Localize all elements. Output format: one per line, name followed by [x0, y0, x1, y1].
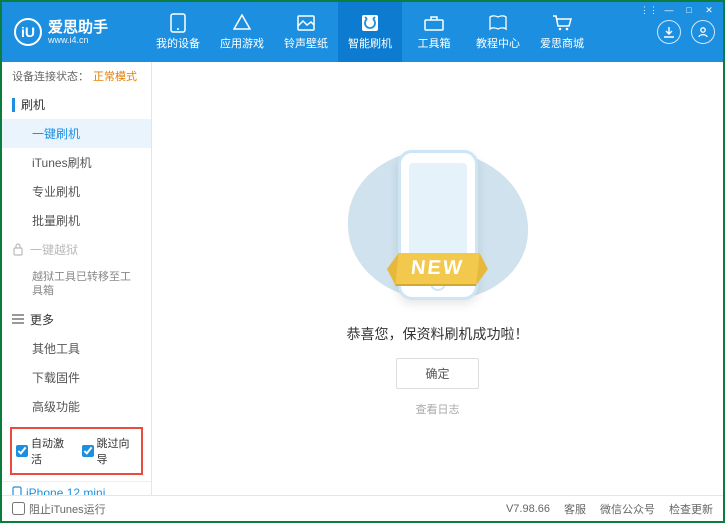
- apps-icon: [232, 13, 252, 33]
- options-box: 自动激活 跳过向导: [10, 427, 143, 475]
- success-message: 恭喜您，保资料刷机成功啦！: [347, 324, 529, 344]
- nav-flash[interactable]: 智能刷机: [338, 2, 402, 62]
- section-title: 刷机: [21, 96, 45, 113]
- minimize-button[interactable]: —: [661, 4, 677, 16]
- nav-label: 爱思商城: [540, 35, 584, 51]
- section-jailbreak: 一键越狱: [2, 235, 151, 264]
- sidebar-item-other-tools[interactable]: 其他工具: [2, 334, 151, 363]
- lock-icon: [12, 243, 24, 256]
- header-right: [657, 20, 715, 44]
- sidebar-item-advanced[interactable]: 高级功能: [2, 392, 151, 421]
- checkbox-label: 跳过向导: [97, 435, 138, 467]
- logo: iU 爱思助手 www.i4.cn: [14, 18, 132, 46]
- flash-icon: [360, 13, 380, 33]
- titlebar: ⋮⋮ — □ ✕ iU 爱思助手 www.i4.cn 我的设备 应用游戏 铃声壁…: [2, 2, 723, 62]
- brand-name: 爱思助手: [48, 20, 108, 35]
- status-value: 正常模式: [93, 68, 137, 84]
- sidebar-item-batch-flash[interactable]: 批量刷机: [2, 206, 151, 235]
- section-title: 更多: [30, 311, 54, 328]
- section-flash[interactable]: 刷机: [2, 90, 151, 119]
- nav-store[interactable]: 爱思商城: [530, 2, 594, 62]
- book-icon: [488, 13, 508, 33]
- wechat-link[interactable]: 微信公众号: [600, 501, 655, 517]
- section-more[interactable]: 更多: [2, 305, 151, 334]
- nav-label: 工具箱: [418, 35, 451, 51]
- maximize-button[interactable]: □: [681, 4, 697, 16]
- sidebar-item-pro-flash[interactable]: 专业刷机: [2, 177, 151, 206]
- section-title: 一键越狱: [30, 241, 78, 258]
- cart-icon: [552, 13, 572, 33]
- check-update-link[interactable]: 检查更新: [669, 501, 713, 517]
- download-button[interactable]: [657, 20, 681, 44]
- brand-site: www.i4.cn: [48, 35, 108, 45]
- menu-icon: [12, 314, 24, 324]
- checkbox-input[interactable]: [82, 445, 94, 457]
- sidebar: 设备连接状态： 正常模式 刷机 一键刷机 iTunes刷机 专业刷机 批量刷机 …: [2, 62, 152, 495]
- toolbox-icon: [424, 13, 444, 33]
- phone-icon: [12, 486, 22, 495]
- nav: 我的设备 应用游戏 铃声壁纸 智能刷机 工具箱 教程中心 爱思商城: [146, 2, 594, 62]
- checkbox-label: 自动激活: [31, 435, 72, 467]
- status-label: 设备连接状态：: [12, 68, 89, 84]
- nav-ringtones[interactable]: 铃声壁纸: [274, 2, 338, 62]
- nav-label: 应用游戏: [220, 35, 264, 51]
- sidebar-item-download-firmware[interactable]: 下载固件: [2, 363, 151, 392]
- close-button[interactable]: ✕: [701, 4, 717, 16]
- new-badge: NEW: [396, 253, 480, 284]
- window-controls: ⋮⋮ — □ ✕: [641, 4, 717, 16]
- nav-label: 智能刷机: [348, 35, 392, 51]
- main-content: NEW 恭喜您，保资料刷机成功啦！ 确定 查看日志: [152, 62, 723, 495]
- sidebar-item-itunes-flash[interactable]: iTunes刷机: [2, 148, 151, 177]
- checkbox-label: 阻止iTunes运行: [29, 501, 106, 517]
- wallpaper-icon: [296, 13, 316, 33]
- device-panel[interactable]: iPhone 12 mini 64GB Down-12mini-13,1: [2, 481, 151, 495]
- nav-label: 教程中心: [476, 35, 520, 51]
- checkbox-auto-activate[interactable]: 自动激活: [16, 435, 72, 467]
- nav-tutorials[interactable]: 教程中心: [466, 2, 530, 62]
- checkbox-input[interactable]: [12, 502, 25, 515]
- nav-label: 铃声壁纸: [284, 35, 328, 51]
- checkbox-block-itunes[interactable]: 阻止iTunes运行: [12, 501, 106, 517]
- version-label: V7.98.66: [506, 503, 550, 515]
- connection-status: 设备连接状态： 正常模式: [2, 62, 151, 90]
- sidebar-item-oneclick-flash[interactable]: 一键刷机: [2, 119, 151, 148]
- nav-my-device[interactable]: 我的设备: [146, 2, 210, 62]
- nav-label: 我的设备: [156, 35, 200, 51]
- statusbar: 阻止iTunes运行 V7.98.66 客服 微信公众号 检查更新: [2, 495, 723, 521]
- jailbreak-note: 越狱工具已转移至工具箱: [2, 264, 151, 305]
- nav-apps[interactable]: 应用游戏: [210, 2, 274, 62]
- ok-button[interactable]: 确定: [396, 358, 478, 389]
- checkbox-input[interactable]: [16, 445, 28, 457]
- view-log-link[interactable]: 查看日志: [416, 401, 460, 417]
- logo-icon: iU: [14, 18, 42, 46]
- device-icon: [168, 13, 188, 33]
- checkbox-skip-guide[interactable]: 跳过向导: [82, 435, 138, 467]
- user-button[interactable]: [691, 20, 715, 44]
- nav-toolbox[interactable]: 工具箱: [402, 2, 466, 62]
- customer-service-link[interactable]: 客服: [564, 501, 586, 517]
- success-illustration: NEW: [338, 140, 538, 310]
- device-name: iPhone 12 mini: [12, 486, 141, 495]
- grid-button[interactable]: ⋮⋮: [641, 4, 657, 16]
